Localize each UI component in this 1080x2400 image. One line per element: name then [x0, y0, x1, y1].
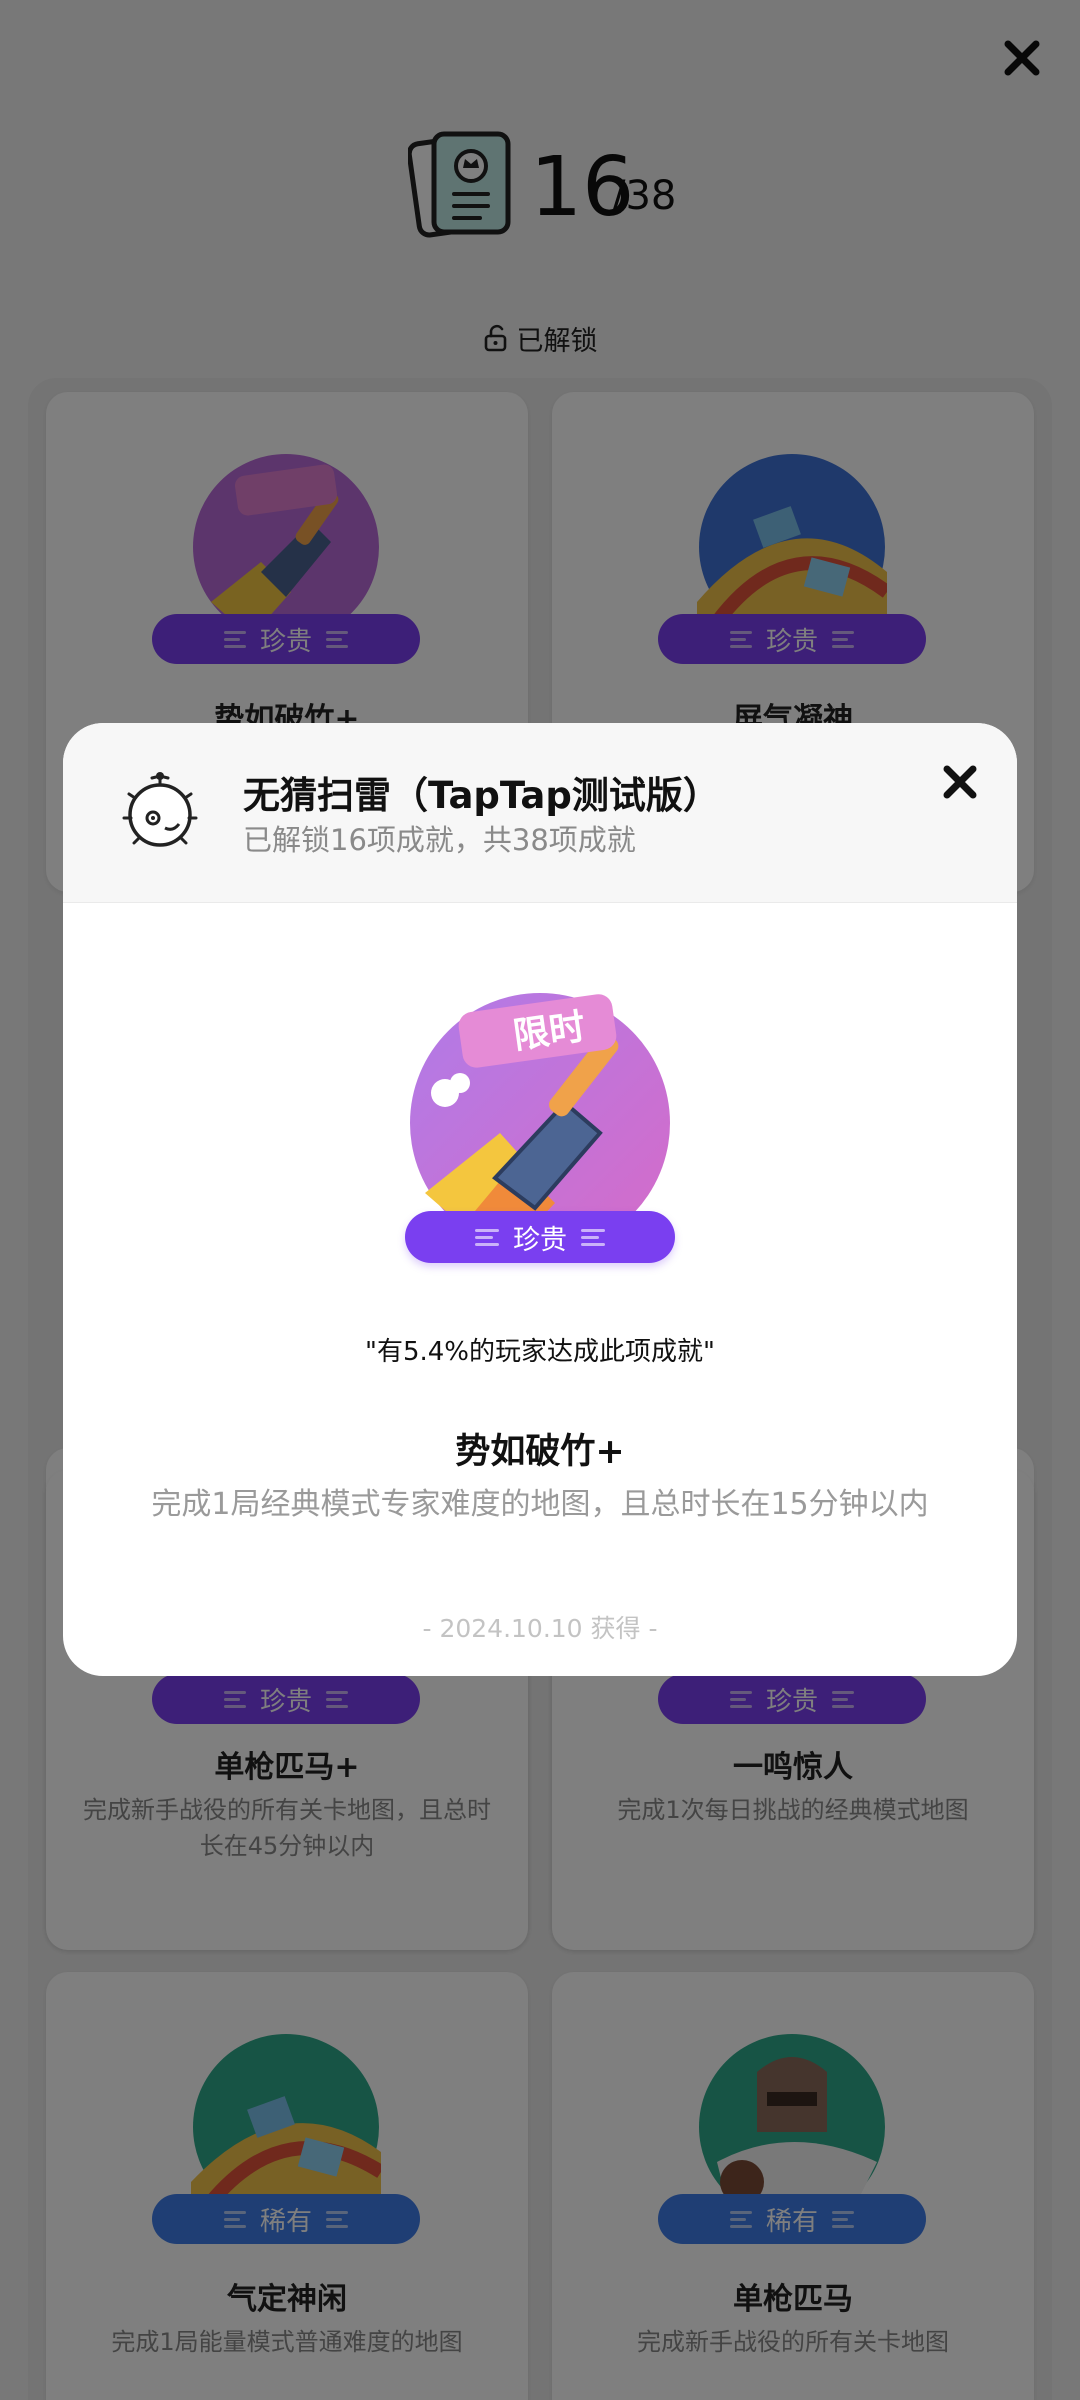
game-title: 无猜扫雷（TapTap测试版） — [243, 774, 720, 817]
dialog-close-button[interactable] — [941, 763, 979, 801]
achievement-title: 势如破竹+ — [455, 1432, 625, 1472]
dialog-header: 无猜扫雷（TapTap测试版） 已解锁16项成就，共38项成就 — [63, 723, 1017, 903]
close-icon — [943, 765, 977, 799]
achievement-date: - 2024.10.10 获得 - — [422, 1614, 658, 1643]
achievement-summary: 已解锁16项成就，共38项成就 — [243, 823, 636, 857]
achievement-detail-dialog: 无猜扫雷（TapTap测试版） 已解锁16项成就，共38项成就 限时 珍贵 "有… — [63, 723, 1017, 1676]
achievement-description: 完成1局经典模式专家难度的地图，且总时长在15分钟以内 — [151, 1487, 929, 1522]
achievement-stat: "有5.4%的玩家达成此项成就" — [365, 1337, 715, 1367]
rarity-badge: 珍贵 — [405, 1211, 675, 1263]
minesweeper-logo-icon — [122, 772, 198, 847]
